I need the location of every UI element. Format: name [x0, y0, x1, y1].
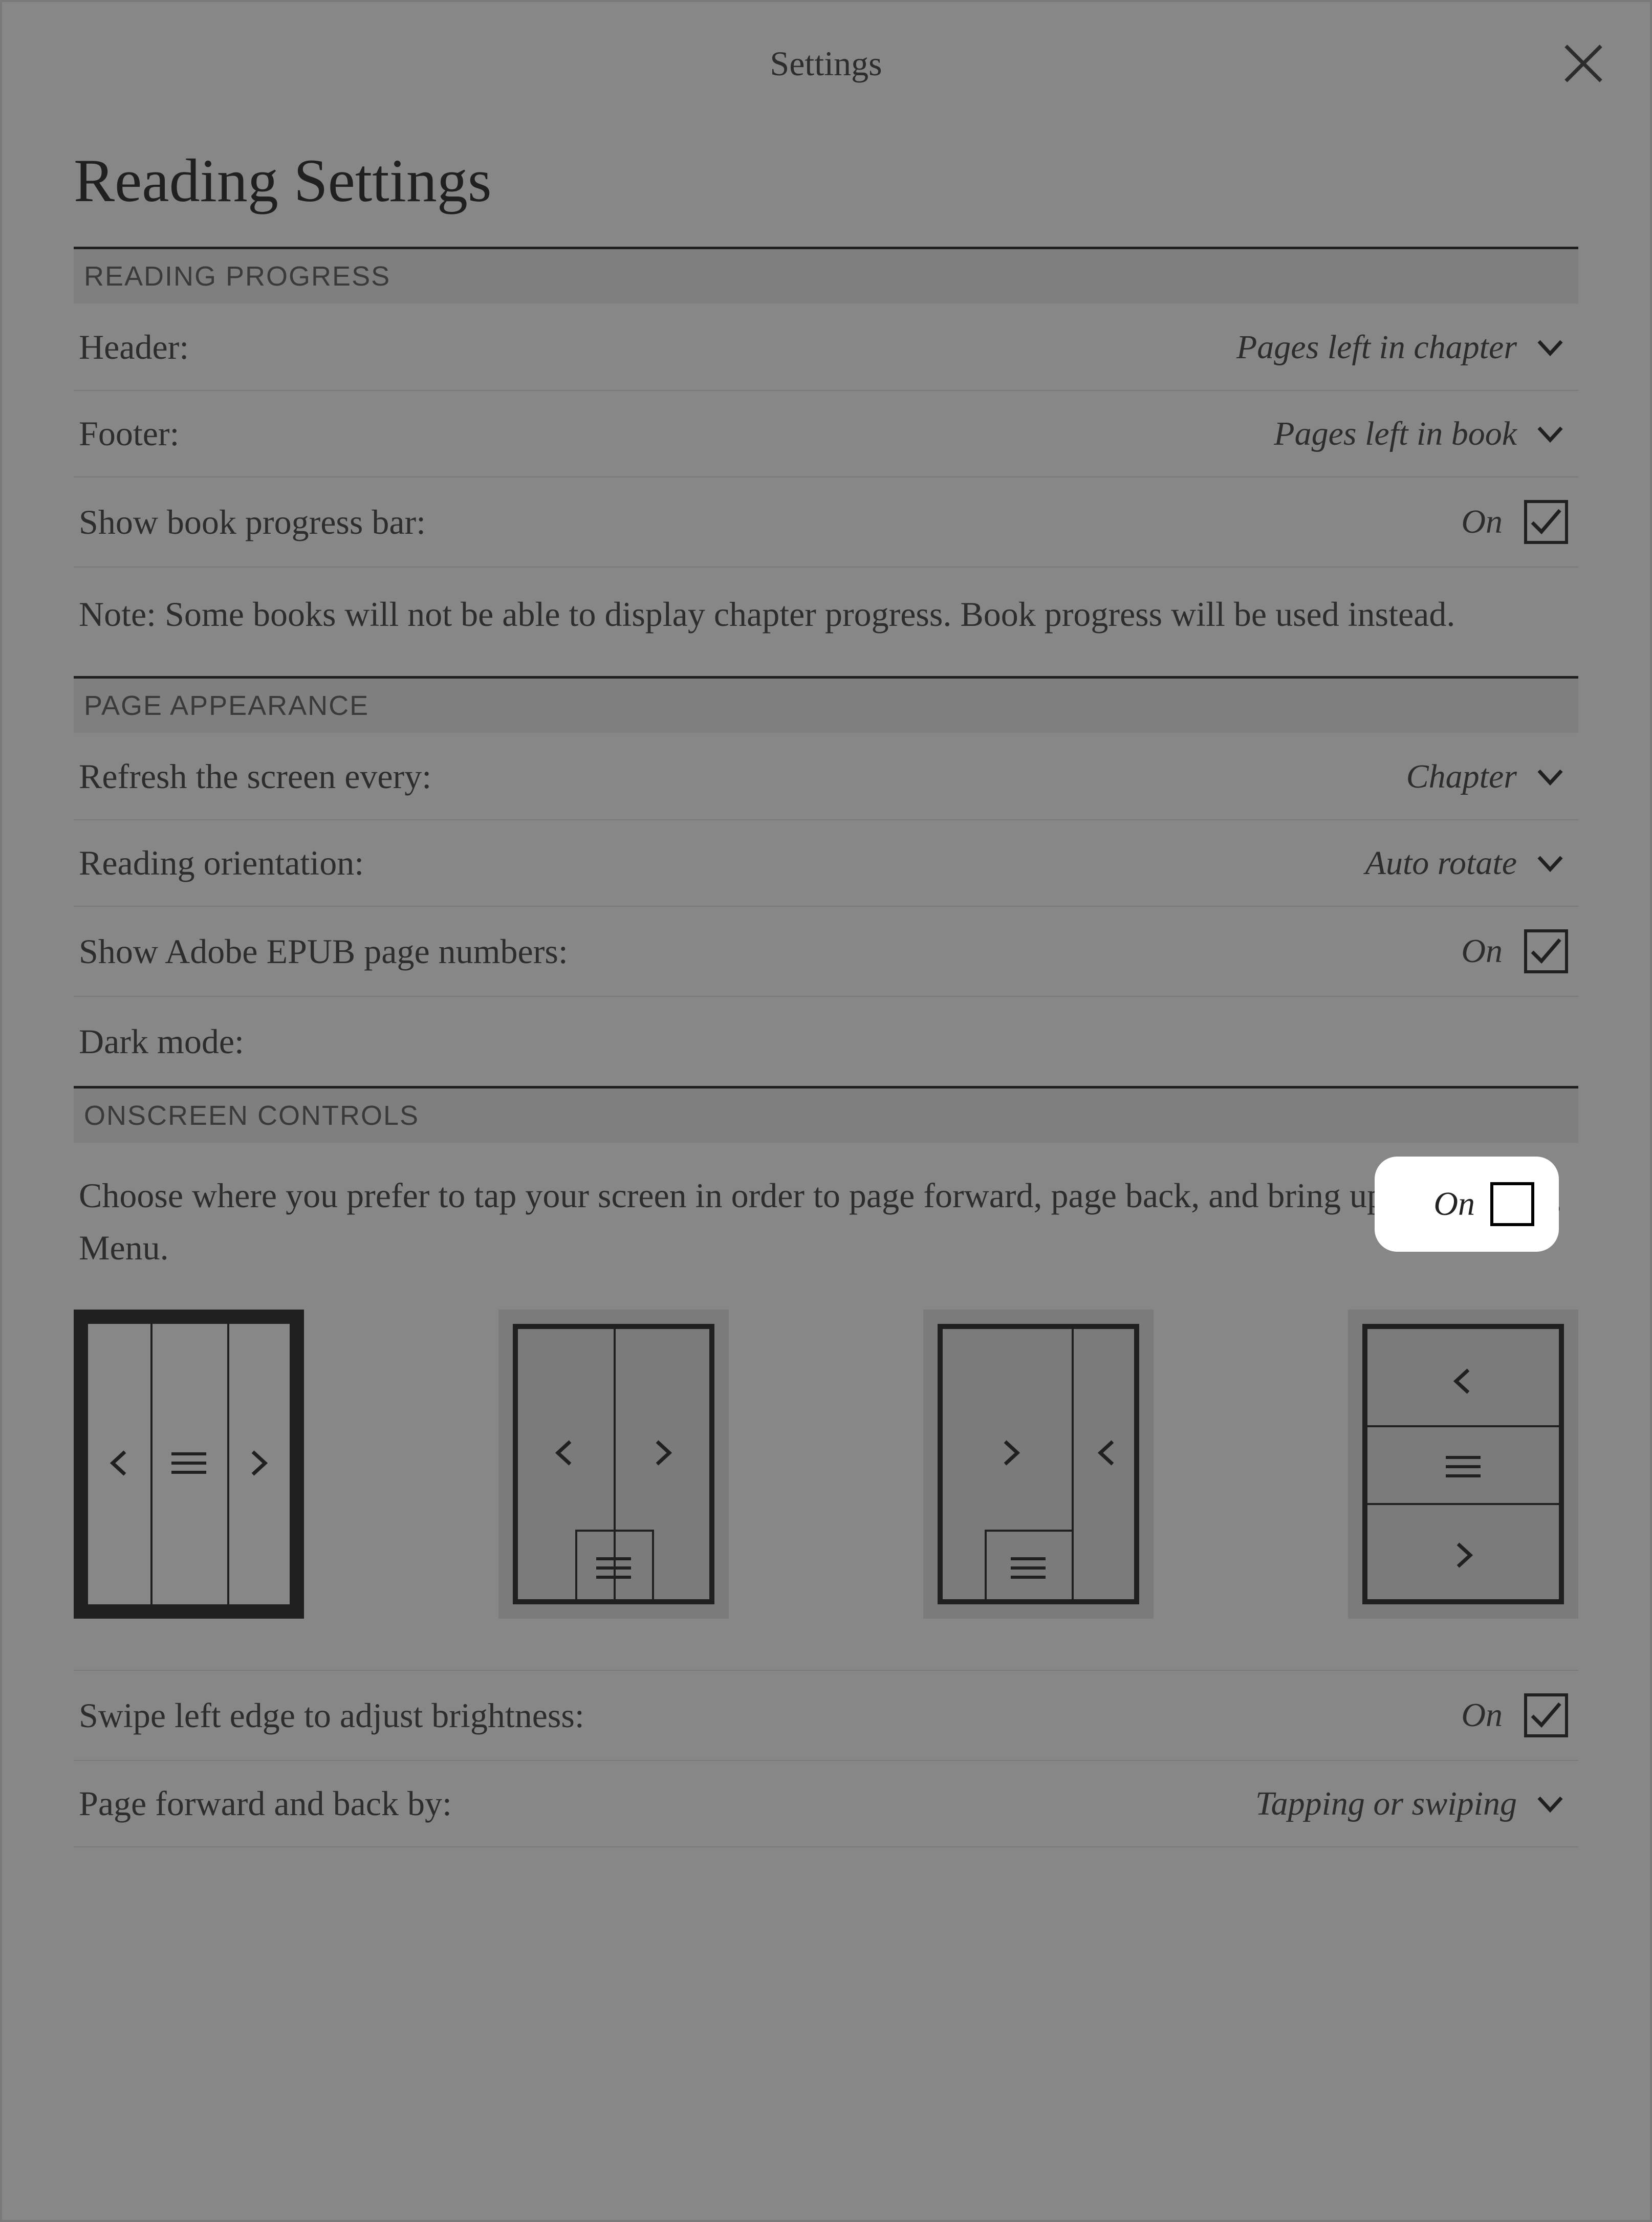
row-adobe-page-numbers[interactable]: Show Adobe EPUB page numbers: On: [74, 907, 1578, 997]
chevron-right-icon: [237, 1443, 278, 1484]
tap-zone-option-3[interactable]: [923, 1310, 1154, 1619]
menu-icon: [1440, 1449, 1486, 1485]
chevron-down-icon: [1532, 416, 1568, 452]
row-footer-display[interactable]: Footer: Pages left in book: [74, 391, 1578, 477]
checkbox-unchecked[interactable]: [1490, 1182, 1534, 1226]
dark-mode-highlight: On: [1375, 1157, 1559, 1252]
onscreen-instruction: Choose where you prefer to tap your scre…: [74, 1144, 1578, 1294]
checkbox-checked[interactable]: [1524, 929, 1568, 973]
row-value: On: [1461, 1696, 1503, 1735]
close-icon: [1560, 40, 1606, 86]
row-value: Tapping or swiping: [1255, 1784, 1517, 1823]
row-label: Footer:: [79, 413, 179, 454]
section-onscreen-controls: ONSCREEN CONTROLS Choose where you prefe…: [74, 1086, 1578, 1847]
check-icon: [1529, 1698, 1563, 1732]
chevron-down-icon: [1532, 1786, 1568, 1822]
row-swipe-brightness[interactable]: Swipe left edge to adjust brightness: On: [74, 1671, 1578, 1761]
topbar-title: Settings: [770, 43, 882, 84]
tap-zone-option-4[interactable]: [1348, 1310, 1578, 1619]
row-label: Swipe left edge to adjust brightness:: [79, 1695, 584, 1736]
section-header-reading-progress: READING PROGRESS: [74, 249, 1578, 304]
row-header-display[interactable]: Header: Pages left in chapter: [74, 304, 1578, 391]
row-show-progress-bar[interactable]: Show book progress bar: On: [74, 477, 1578, 568]
row-label: Header:: [79, 327, 189, 367]
row-page-forward-mode[interactable]: Page forward and back by: Tapping or swi…: [74, 1761, 1578, 1847]
chevron-left-icon: [545, 1432, 585, 1473]
row-label: Page forward and back by:: [79, 1783, 452, 1824]
tap-zone-option-2[interactable]: [498, 1310, 729, 1619]
chevron-right-icon: [642, 1432, 683, 1473]
checkbox-checked[interactable]: [1524, 1693, 1568, 1737]
chevron-down-icon: [1532, 330, 1568, 365]
row-label: Show book progress bar:: [79, 502, 426, 542]
check-icon: [1529, 934, 1563, 968]
section-reading-progress: READING PROGRESS Header: Pages left in c…: [74, 247, 1578, 676]
chevron-left-icon: [1443, 1361, 1484, 1402]
close-button[interactable]: [1558, 38, 1609, 89]
row-value: Pages left in chapter: [1236, 328, 1517, 367]
chevron-left-icon: [99, 1443, 140, 1484]
chevron-down-icon: [1532, 759, 1568, 795]
row-label: Reading orientation:: [79, 843, 364, 883]
row-dark-mode[interactable]: On: [1375, 1157, 1559, 1252]
tap-zone-picker: [74, 1294, 1578, 1670]
page-title: Reading Settings: [74, 145, 1578, 216]
checkbox-checked[interactable]: [1524, 500, 1568, 544]
section-header-onscreen-controls: ONSCREEN CONTROLS: [74, 1088, 1578, 1144]
chevron-left-icon: [1087, 1432, 1128, 1473]
row-value: On: [1461, 503, 1503, 541]
row-value: Chapter: [1406, 757, 1517, 796]
row-dark-mode-dimmed[interactable]: Dark mode: On: [74, 997, 1578, 1086]
row-label: Refresh the screen every:: [79, 756, 431, 797]
row-label: Show Adobe EPUB page numbers:: [79, 931, 568, 972]
section-page-appearance: PAGE APPEARANCE Refresh the screen every…: [74, 676, 1578, 1086]
row-value: Auto rotate: [1365, 844, 1517, 883]
top-bar: Settings: [2, 2, 1650, 125]
chevron-right-icon: [990, 1432, 1031, 1473]
chevron-down-icon: [1532, 845, 1568, 881]
menu-icon: [166, 1443, 212, 1484]
tap-zone-option-1[interactable]: [74, 1310, 304, 1619]
row-refresh-screen[interactable]: Refresh the screen every: Chapter: [74, 734, 1578, 820]
row-value: On: [1461, 932, 1503, 971]
row-reading-orientation[interactable]: Reading orientation: Auto rotate: [74, 820, 1578, 907]
section-header-page-appearance: PAGE APPEARANCE: [74, 679, 1578, 734]
row-value: Pages left in book: [1274, 415, 1517, 453]
row-value: On: [1433, 1185, 1475, 1224]
menu-icon: [591, 1550, 637, 1586]
menu-icon: [1005, 1550, 1051, 1586]
note-chapter-progress: Note: Some books will not be able to dis…: [74, 568, 1578, 676]
chevron-right-icon: [1443, 1535, 1484, 1576]
row-label: Dark mode:: [79, 1021, 244, 1062]
check-icon: [1529, 505, 1563, 539]
